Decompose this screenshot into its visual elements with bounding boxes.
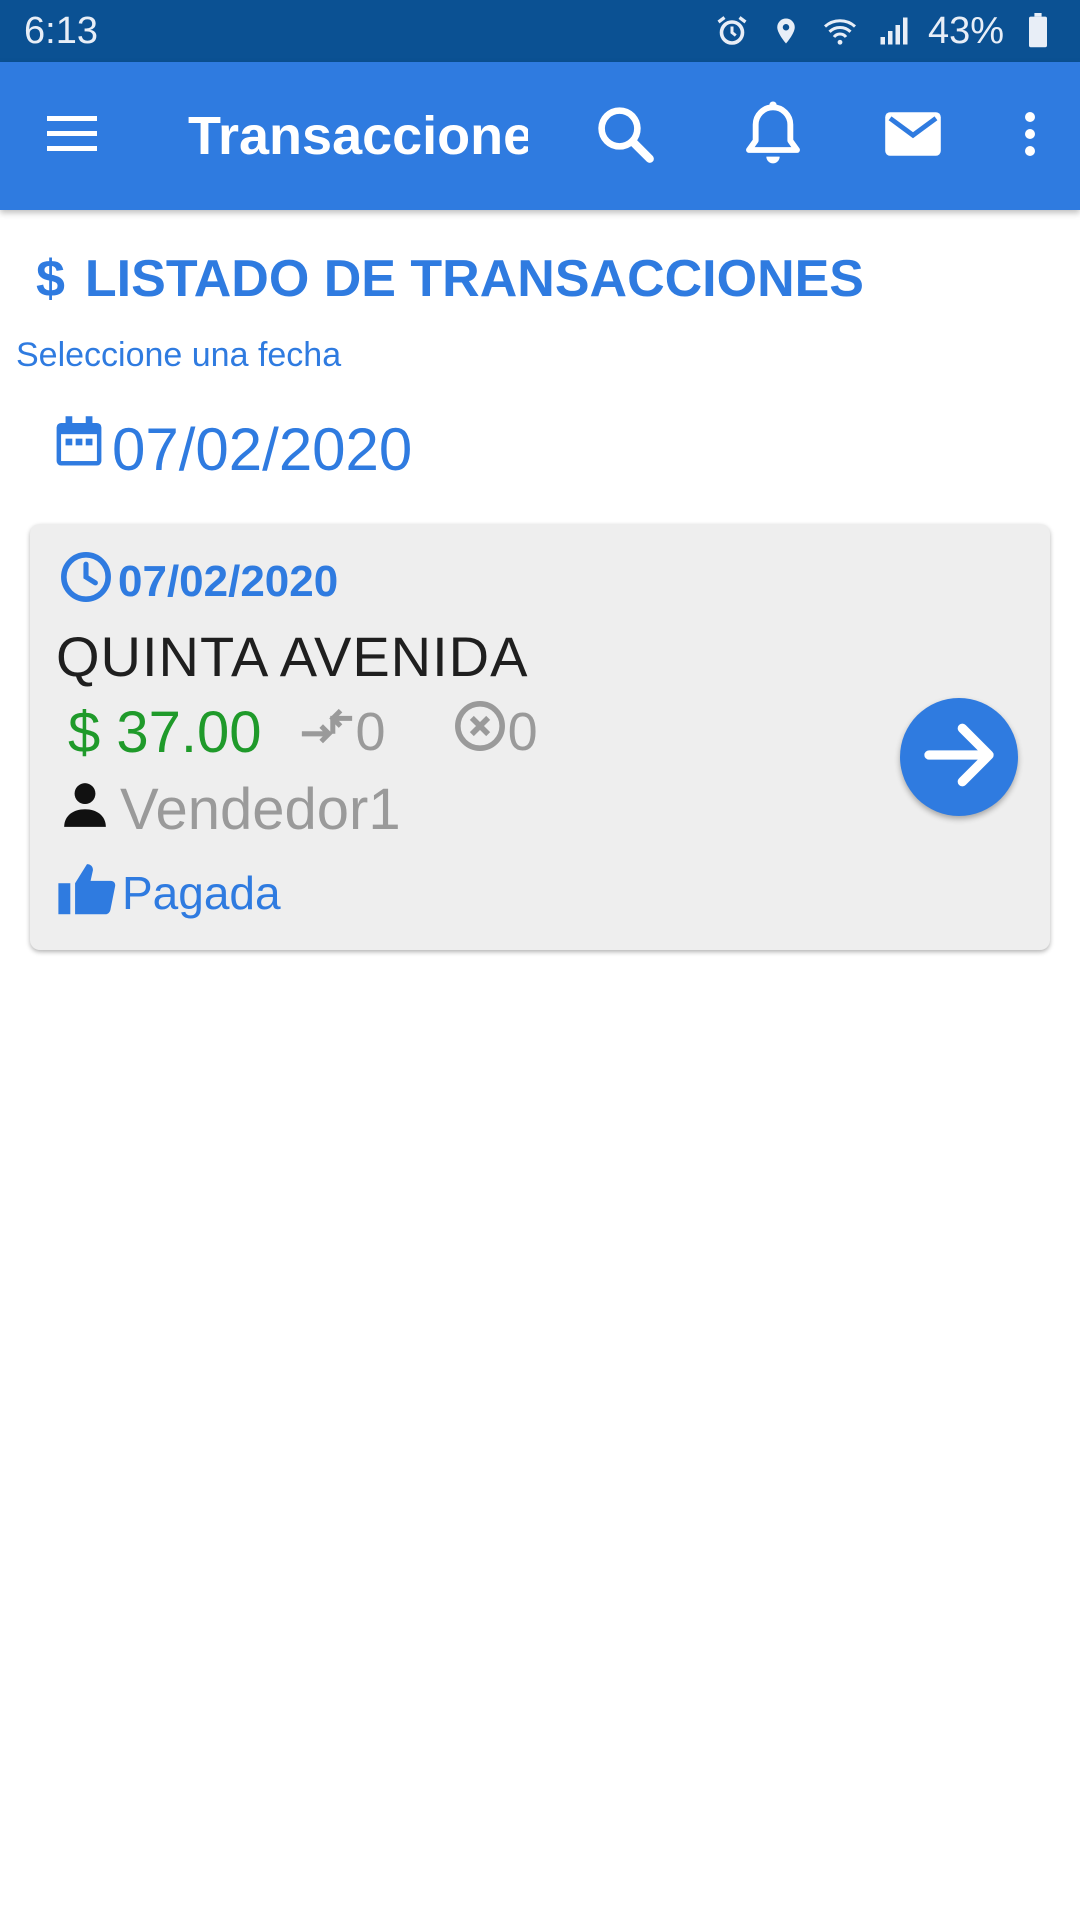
app-title: Transacciones [188, 106, 528, 166]
search-button[interactable] [580, 62, 670, 210]
cancel-circle-icon [452, 698, 508, 767]
status-bar: 6:13 43% [0, 0, 1080, 62]
status-label: Pagada [122, 867, 281, 919]
transaction-amount: $ 37.00 [68, 699, 262, 765]
person-icon [60, 776, 110, 843]
returns-count: 0 [298, 701, 386, 763]
page-title: LISTADO DE TRANSACCIONES [84, 250, 864, 308]
calendar-icon [52, 414, 106, 484]
swap-icon [298, 701, 356, 763]
battery-percent: 43% [927, 9, 1004, 52]
signal-icon [874, 11, 914, 51]
seller-row: Vendedor1 [60, 774, 401, 844]
app-bar: Transacciones [0, 62, 1080, 210]
returns-value: 0 [355, 702, 386, 762]
cancelled-value: 0 [507, 702, 538, 762]
clock-icon [58, 549, 114, 616]
messages-button[interactable] [868, 62, 958, 210]
notifications-button[interactable] [728, 62, 818, 210]
menu-button[interactable] [22, 62, 122, 210]
status-icons: 43% [712, 10, 1058, 53]
open-transaction-button[interactable] [900, 698, 1018, 816]
store-name: QUINTA AVENIDA [56, 625, 529, 688]
menu-icon [45, 114, 99, 159]
selected-date: 07/02/2020 [112, 415, 413, 483]
more-options-button[interactable] [1000, 62, 1060, 210]
page-heading: $ LISTADO DE TRANSACCIONES [36, 244, 864, 314]
transaction-card[interactable]: 07/02/2020 QUINTA AVENIDA $ 37.00 0 0 Ve… [30, 524, 1050, 950]
battery-icon [1018, 11, 1058, 51]
select-date-label: Seleccione una fecha [16, 336, 342, 374]
more-vert-icon [1023, 111, 1037, 162]
location-icon [766, 11, 806, 51]
thumbs-up-icon [56, 859, 118, 928]
arrow-right-icon [919, 715, 999, 800]
transaction-date: 07/02/2020 [118, 557, 339, 606]
wifi-icon [820, 11, 860, 51]
cancelled-count: 0 [452, 698, 538, 767]
alarm-icon [712, 11, 752, 51]
transaction-stats: $ 37.00 0 0 [68, 696, 538, 768]
payment-status: Pagada [56, 860, 281, 926]
status-time: 6:13 [24, 9, 98, 52]
mail-icon [884, 111, 942, 162]
dollar-icon: $ [36, 250, 65, 308]
search-icon [592, 101, 658, 172]
transaction-date-row: 07/02/2020 [58, 551, 339, 612]
bell-icon [741, 98, 805, 175]
date-picker[interactable]: 07/02/2020 [52, 408, 412, 490]
seller-name: Vendedor1 [120, 776, 401, 842]
